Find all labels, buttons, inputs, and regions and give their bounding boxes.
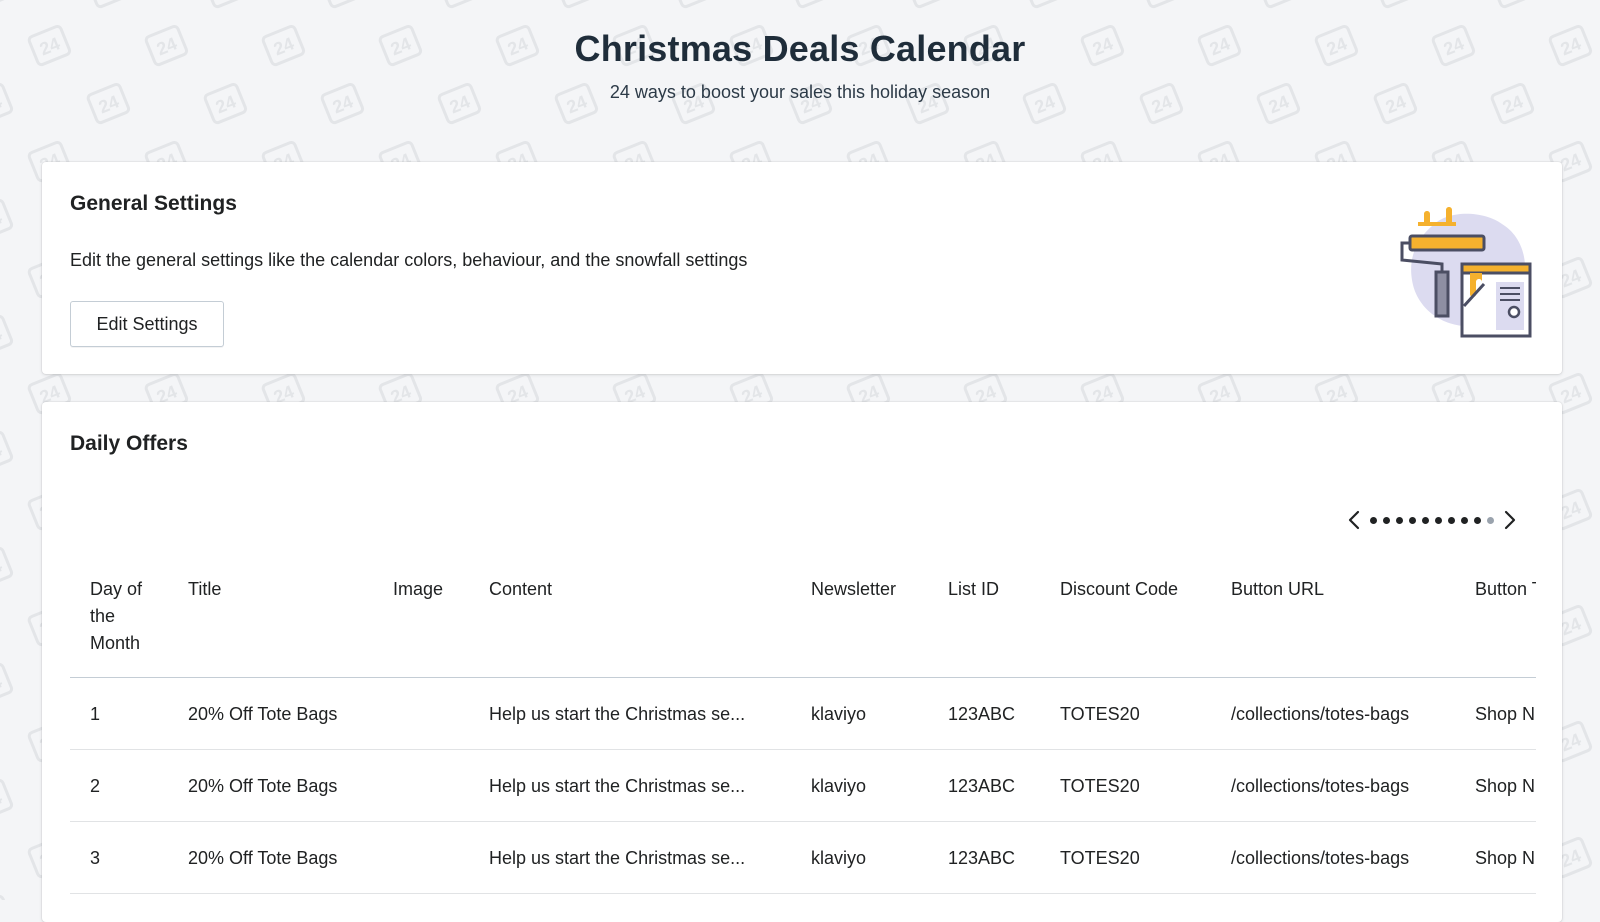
general-settings-card: General Settings Edit the general settin… (42, 162, 1562, 374)
cell-button-text: Shop N (1475, 703, 1536, 724)
calendar-tile-icon: 24 (0, 546, 14, 589)
cell-image (373, 678, 469, 750)
cell-title: 20% Off Tote Bags (188, 847, 338, 868)
table-header-row: Day of the Month Title Image Content New… (70, 562, 1536, 678)
calendar-tile-icon: 24 (905, 0, 950, 9)
table-row[interactable]: 1 20% Off Tote Bags Help us start the Ch… (70, 678, 1536, 750)
cell-newsletter: klaviyo (811, 847, 867, 868)
cell-day: 1 (90, 703, 101, 724)
calendar-tile-icon: 24 (0, 314, 14, 357)
pagination-dot[interactable] (1435, 516, 1442, 524)
column-header-title[interactable]: Title (168, 562, 373, 678)
daily-offers-heading: Daily Offers (70, 432, 188, 455)
cell-discount-code: TOTES20 (1060, 703, 1140, 724)
cell-title: 20% Off Tote Bags (188, 775, 338, 796)
calendar-tile-icon: 24 (437, 0, 482, 9)
calendar-tile-icon: 24 (1139, 0, 1184, 9)
calendar-tile-icon: 24 (0, 894, 14, 900)
pagination-dot[interactable] (1422, 516, 1429, 524)
page-subtitle: 24 ways to boost your sales this holiday… (609, 82, 991, 102)
table-row[interactable]: 3 20% Off Tote Bags Help us start the Ch… (70, 822, 1536, 894)
cell-content: Help us start the Christmas se... (489, 703, 746, 724)
daily-offers-card: Daily Offers Day of the Month Title Imag… (42, 402, 1562, 922)
calendar-tile-icon: 24 (671, 0, 716, 9)
cell-title: 20% Off Tote Bags (188, 703, 338, 724)
cell-image (373, 750, 469, 822)
pagination-dot[interactable] (1474, 516, 1481, 524)
chevron-right-icon[interactable] (1500, 508, 1520, 532)
cell-content: Help us start the Christmas se... (489, 847, 746, 868)
cell-day: 3 (90, 847, 101, 868)
cell-button-url: /collections/totes-bags (1231, 775, 1410, 796)
table-row[interactable]: 2 20% Off Tote Bags Help us start the Ch… (70, 750, 1536, 822)
cell-image (373, 822, 469, 894)
cell-discount-code: TOTES20 (1060, 775, 1140, 796)
calendar-tile-icon: 24 (86, 0, 131, 9)
calendar-tile-icon: 24 (1490, 0, 1535, 9)
column-header-button-url[interactable]: Button URL (1211, 562, 1455, 678)
column-header-discount-code[interactable]: Discount Code (1040, 562, 1211, 678)
calendar-tile-icon: 24 (0, 0, 14, 9)
cell-discount-code: TOTES20 (1060, 847, 1140, 868)
calendar-tile-icon: 24 (788, 0, 833, 9)
pagination-dot[interactable] (1448, 516, 1455, 524)
pagination (1344, 508, 1520, 532)
cell-content: Help us start the Christmas se... (489, 775, 746, 796)
cell-list-id: 123ABC (948, 703, 1016, 724)
calendar-tile-icon: 24 (0, 198, 14, 241)
column-header-list-id[interactable]: List ID (928, 562, 1040, 678)
calendar-tile-icon: 24 (0, 778, 14, 821)
cell-day: 2 (90, 775, 101, 796)
column-header-button-text[interactable]: Button Text (1455, 562, 1536, 678)
paint-roller-illustration-icon (1398, 202, 1536, 340)
cell-button-url: /collections/totes-bags (1231, 847, 1410, 868)
calendar-tile-icon: 24 (320, 0, 365, 9)
calendar-tile-icon: 24 (1373, 0, 1418, 9)
calendar-tile-icon: 24 (554, 0, 599, 9)
pagination-dot[interactable] (1383, 516, 1390, 524)
cell-newsletter: klaviyo (811, 703, 867, 724)
cell-list-id: 123ABC (948, 847, 1016, 868)
chevron-left-icon[interactable] (1344, 508, 1364, 532)
cell-newsletter: klaviyo (811, 775, 867, 796)
pagination-dot[interactable] (1396, 516, 1403, 524)
offers-table: Day of the Month Title Image Content New… (70, 562, 1536, 894)
offers-table-container: Day of the Month Title Image Content New… (70, 562, 1536, 894)
calendar-tile-icon: 24 (0, 430, 14, 473)
general-settings-heading: General Settings (70, 192, 237, 215)
calendar-tile-icon: 24 (203, 0, 248, 9)
page-title: Christmas Deals Calendar (574, 28, 1026, 69)
page-header: Christmas Deals Calendar 24 ways to boos… (0, 26, 1600, 104)
pagination-dot[interactable] (1370, 516, 1377, 524)
pagination-dot[interactable] (1487, 516, 1494, 524)
cell-list-id: 123ABC (948, 775, 1016, 796)
column-header-image[interactable]: Image (373, 562, 469, 678)
calendar-tile-icon: 24 (0, 662, 14, 705)
column-header-content[interactable]: Content (469, 562, 791, 678)
calendar-tile-icon: 24 (1022, 0, 1067, 9)
general-settings-description: Edit the general settings like the calen… (70, 250, 748, 270)
calendar-tile-icon: 24 (1256, 0, 1301, 9)
cell-button-text: Shop N (1475, 847, 1536, 868)
pagination-dot[interactable] (1461, 516, 1468, 524)
cell-button-text: Shop N (1475, 775, 1536, 796)
pagination-dots (1370, 516, 1494, 524)
column-header-day[interactable]: Day of the Month (70, 562, 168, 678)
edit-settings-button[interactable]: Edit Settings (70, 301, 224, 347)
cell-button-url: /collections/totes-bags (1231, 703, 1410, 724)
pagination-dot[interactable] (1409, 516, 1416, 524)
column-header-newsletter[interactable]: Newsletter (791, 562, 928, 678)
